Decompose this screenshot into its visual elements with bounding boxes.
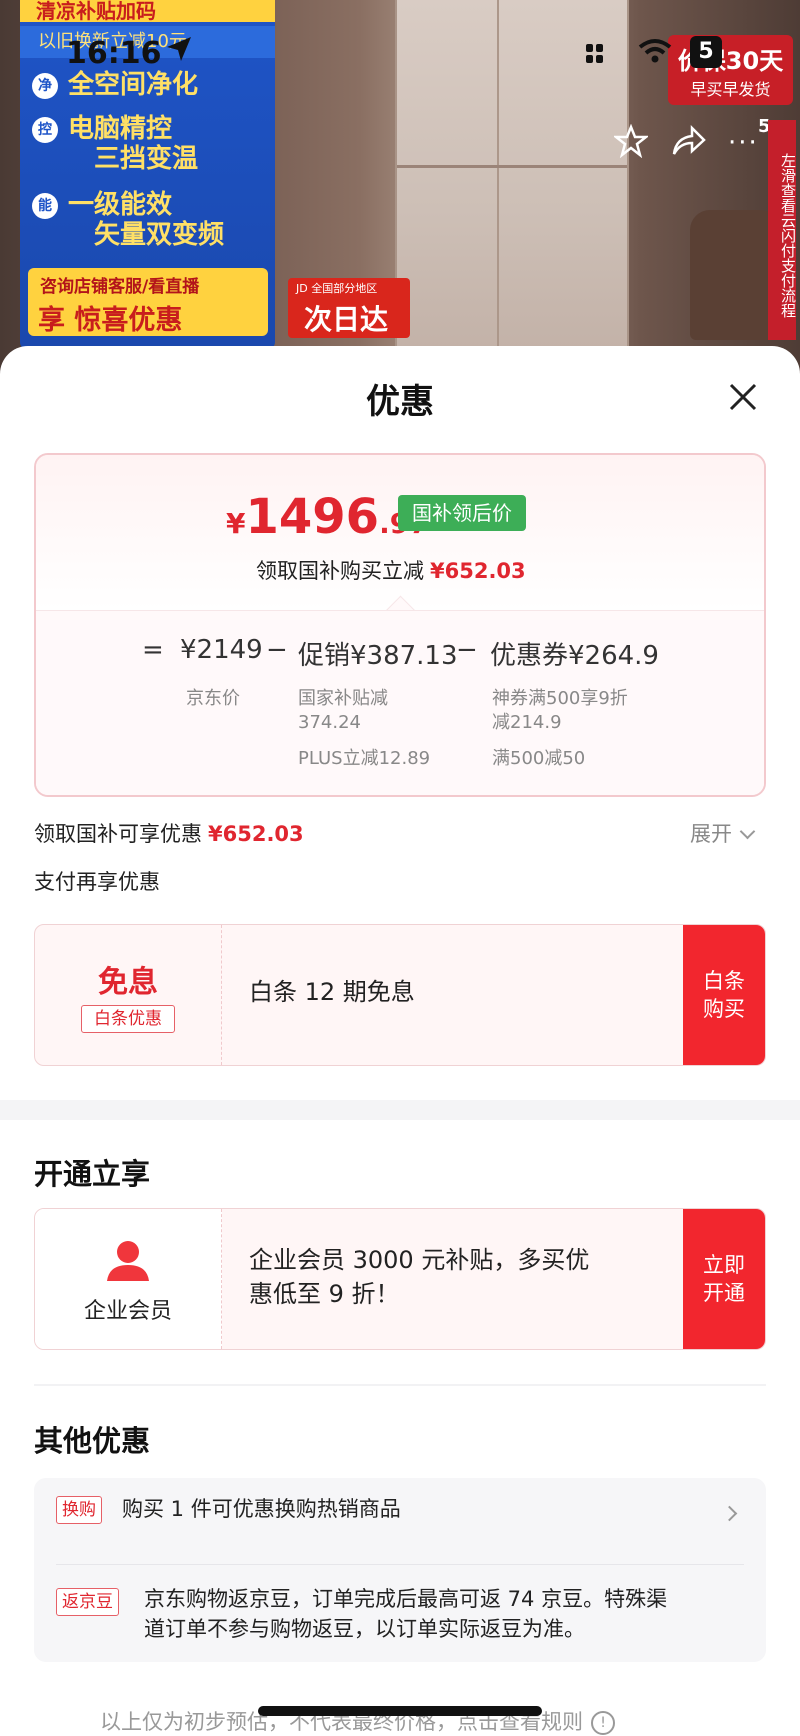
price-integer: 1496 — [245, 489, 380, 545]
chair-photo — [690, 210, 780, 340]
discount-sheet: 优惠 ¥1496.97 国补领后价 领取国补购买立减¥652.03 = ¥214… — [0, 346, 800, 1735]
unionpay-guide-tab[interactable]: 左滑查看云闪付支付流程 — [768, 120, 797, 340]
member-desc-line: 企业会员 3000 元补贴，多买优 — [249, 1246, 590, 1274]
formula-minus: − — [266, 635, 288, 665]
price-protection-badge: 价保30天 早买早发货 — [668, 35, 793, 105]
formula-minus: − — [456, 635, 478, 665]
baitiao-offer-card: 免息 白条优惠 白条 12 期免息 白条购买 — [34, 924, 766, 1066]
promo-headline: 清凉补贴加码 — [20, 0, 275, 22]
feature-text: 全空间净化 — [68, 70, 199, 100]
baitiao-left: 免息 白条优惠 — [35, 925, 222, 1065]
feature-badge-icon: 净 — [32, 72, 58, 99]
gov-subsidy-label: 领取国补可享优惠 — [34, 822, 202, 846]
formula-coupon: 优惠券¥264.9 — [490, 641, 659, 671]
home-indicator[interactable] — [258, 1706, 542, 1716]
promo-detail: 国家补贴减 — [298, 688, 388, 709]
expand-label: 展开 — [690, 822, 732, 846]
consult-banner: 咨询店铺客服/看直播 享 惊喜优惠 — [28, 268, 268, 336]
reduce-line: 领取国补购买立减 ¥652.03 — [256, 555, 526, 585]
fridge-seam — [397, 165, 627, 168]
expand-toggle[interactable]: 展开 — [690, 818, 756, 848]
jd-delivery-badge: JD 全国部分地区 次日达 — [288, 278, 410, 338]
formula-equals: = — [142, 635, 164, 665]
user-icon — [107, 1241, 149, 1281]
close-icon[interactable] — [728, 382, 758, 412]
price-breakdown-card: ¥1496.97 国补领后价 领取国补购买立减¥652.03 = ¥2149 −… — [34, 453, 766, 797]
feature-badge-icon: 控 — [32, 116, 58, 143]
coupon-detail: 减214.9 — [492, 712, 562, 733]
jingdou-text: 京东购物返京豆，订单完成后最高可返 74 京豆。特殊渠 道订单不参与购物返豆，以订… — [144, 1584, 754, 1644]
gov-subsidy-row: 领取国补可享优惠 ¥652.03 — [34, 818, 304, 848]
promo-feature: 净全空间净化 — [32, 70, 198, 100]
status-time: 16:16 — [66, 36, 162, 71]
divider — [34, 1384, 766, 1386]
member-description: 企业会员 3000 元补贴，多买优 惠低至 9 折！ — [249, 1243, 669, 1311]
gov-subsidy-amount: ¥652.03 — [208, 822, 304, 846]
deal-line2: 早买早发货 — [690, 80, 771, 99]
feature-text: 矢量双变频 — [94, 220, 225, 250]
deal-line1: 价保30天 — [677, 47, 784, 75]
feature-badge-icon: 能 — [32, 192, 58, 219]
member-label: 企业会员 — [83, 1299, 172, 1324]
section-divider — [0, 1100, 800, 1120]
feature-text: 三挡变温 — [94, 144, 199, 174]
tradein-text: 购买 1 件可优惠换购热销商品 — [122, 1497, 401, 1521]
feature-text: 一级能效 — [68, 190, 173, 220]
jd-badge-big: 次日达 — [304, 303, 389, 336]
pay-offers-title: 支付再享优惠 — [34, 870, 160, 894]
battery-icon: 5 — [690, 36, 722, 68]
sheet-title: 优惠 — [366, 382, 434, 422]
open-membership-button[interactable]: 立即 开通 — [683, 1209, 765, 1349]
more-dots-icon[interactable]: ··· — [728, 128, 759, 158]
info-icon: ! — [591, 1711, 615, 1735]
formula-promo: 促销¥387.13 — [298, 641, 458, 671]
favorite-star-icon[interactable] — [614, 124, 648, 158]
member-left: 企业会员 — [35, 1209, 222, 1349]
coupon-detail: 神券满500享9折 — [492, 688, 628, 709]
jingdou-tag: 返京豆 — [56, 1588, 119, 1616]
open-section-title: 开通立享 — [34, 1157, 151, 1191]
promo-feature: 控电脑精控 三挡变温 — [32, 114, 198, 174]
interest-free-label: 免息 — [98, 965, 158, 1000]
reduce-label: 领取国补购买立减 — [256, 559, 424, 583]
location-arrow-icon — [167, 37, 191, 61]
jingdou-line: 道订单不参与购物返豆，以订单实际返豆为准。 — [144, 1617, 585, 1641]
cellular-icon — [586, 44, 603, 63]
baitiao-description: 白条 12 期免息 — [249, 978, 415, 1006]
price-summary: ¥1496.97 国补领后价 领取国补购买立减¥652.03 — [36, 455, 764, 610]
member-desc-line: 惠低至 9 折！ — [249, 1280, 400, 1308]
promo-detail: PLUS立减12.89 — [298, 748, 431, 769]
other-offers-card: 换购 购买 1 件可优惠换购热销商品 返京豆 京东购物返京豆，订单完成后最高可返… — [34, 1478, 766, 1662]
feature-text: 电脑精控 — [68, 114, 173, 144]
cta-line: 购买 — [703, 997, 745, 1021]
jd-price-label: 京东价 — [186, 688, 240, 709]
promo-feature: 能一级能效 矢量双变频 — [32, 190, 224, 250]
promo-detail: 374.24 — [298, 712, 361, 733]
share-icon[interactable] — [670, 124, 706, 158]
consult-big-text: 享 惊喜优惠 — [38, 305, 183, 336]
formula-jd-price: ¥2149 — [180, 635, 263, 665]
divider — [56, 1564, 744, 1565]
baitiao-buy-button[interactable]: 白条 购买 — [683, 925, 765, 1065]
cta-line: 立即 — [703, 1253, 745, 1277]
consult-text: 咨询店铺客服/看直播 — [40, 277, 200, 297]
tradein-tag: 换购 — [56, 1496, 102, 1524]
wifi-icon — [638, 39, 672, 63]
other-section-title: 其他优惠 — [34, 1424, 151, 1458]
cta-line: 开通 — [703, 1281, 745, 1305]
cta-line: 白条 — [703, 969, 745, 993]
enterprise-member-card: 企业会员 企业会员 3000 元补贴，多买优 惠低至 9 折！ 立即开通 — [34, 1208, 766, 1350]
chevron-right-icon — [721, 1505, 738, 1522]
reduce-amount: ¥652.03 — [430, 559, 526, 583]
fridge-seam — [497, 0, 499, 350]
gov-subsidy-price-tag: 国补领后价 — [398, 495, 526, 531]
chevron-down-icon — [739, 823, 756, 840]
jd-badge-small: JD 全国部分地区 — [296, 282, 378, 295]
coupon-detail: 满500减50 — [492, 748, 586, 769]
jingdou-line: 京东购物返京豆，订单完成后最高可返 74 京豆。特殊渠 — [144, 1587, 668, 1611]
currency-symbol: ¥ — [226, 507, 246, 540]
baitiao-tag: 白条优惠 — [81, 1005, 175, 1033]
